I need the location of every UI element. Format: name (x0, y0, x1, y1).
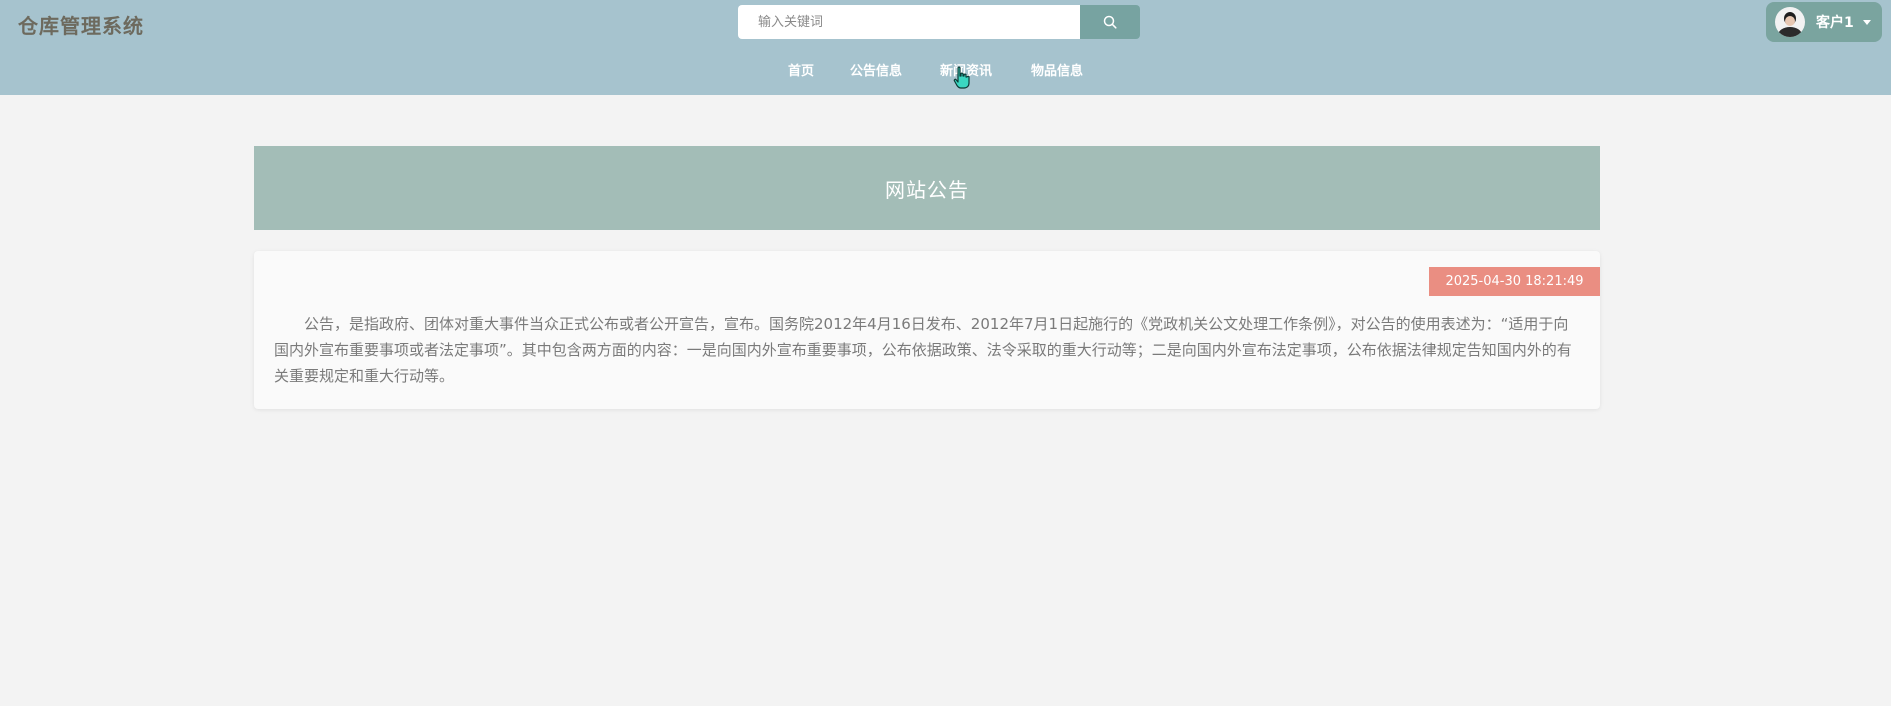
nav-item-announcements[interactable]: 公告信息 (850, 60, 902, 79)
search-input[interactable] (738, 5, 1080, 39)
date-badge: 2025-04-30 18:21:49 (1429, 267, 1600, 296)
app-title: 仓库管理系统 (18, 14, 144, 38)
notice-card: 2025-04-30 18:21:49 公告，是指政府、团体对重大事件当众正式公… (254, 251, 1600, 409)
search-bar (738, 5, 1140, 39)
nav-item-goods[interactable]: 物品信息 (1031, 60, 1083, 79)
banner-title: 网站公告 (885, 177, 969, 202)
user-menu[interactable]: 客户1 (1766, 2, 1882, 42)
user-name: 客户1 (1816, 15, 1854, 31)
search-icon (1103, 15, 1117, 29)
hand-cursor-icon (953, 66, 970, 89)
search-button[interactable] (1080, 5, 1140, 39)
caret-down-icon (1862, 19, 1871, 25)
notice-banner: 网站公告 (254, 146, 1600, 230)
nav-item-home[interactable]: 首页 (788, 60, 814, 79)
avatar (1775, 7, 1805, 37)
notice-content: 公告，是指政府、团体对重大事件当众正式公布或者公开宣告，宣布。国务院2012年4… (274, 315, 1572, 385)
top-header: 仓库管理系统 客户1 首页 公告信息 新闻资讯 物品信息 (0, 0, 1891, 95)
